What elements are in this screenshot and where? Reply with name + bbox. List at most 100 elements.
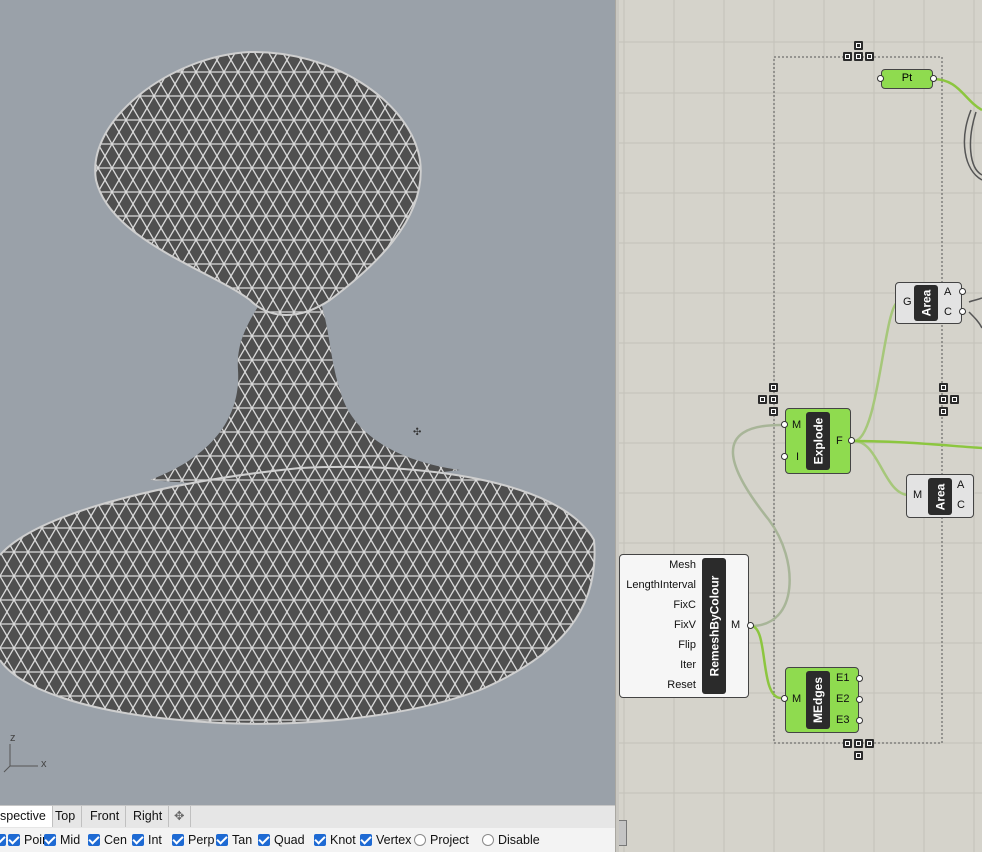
remesh-output-m-grip[interactable] (747, 622, 754, 629)
remesh-input-lengthinterval: LengthInterval (626, 579, 696, 591)
medges-input-m: M (792, 693, 802, 705)
group-handle-bottom-left-icon[interactable] (843, 739, 852, 748)
group-handle-right-side-icon[interactable] (950, 395, 959, 404)
osnap-disable-checkbox[interactable] (482, 834, 494, 846)
group-handle-top-left-icon[interactable] (843, 52, 852, 61)
osnap-knot-label: Knot (330, 833, 356, 847)
medges-output-e3-grip[interactable] (856, 717, 863, 724)
group-handle-right-mid-icon[interactable] (939, 395, 948, 404)
remesh-nickname: RemeshByColour (702, 558, 726, 694)
osnap-vertex-checkbox[interactable] (360, 834, 372, 846)
area-top-nickname: Area (914, 285, 938, 321)
group-handle-top-right-icon[interactable] (865, 52, 874, 61)
axis-x-label: x (41, 758, 47, 770)
remesh-by-colour-component[interactable]: Mesh LengthInterval FixC FixV Flip Iter … (619, 554, 749, 698)
osnap-tan[interactable]: Tan (216, 828, 252, 852)
osnap-quad[interactable]: Quad (258, 828, 305, 852)
group-handle-left-low-icon[interactable] (769, 407, 778, 416)
group-handle-top-mid-icon[interactable] (854, 52, 863, 61)
cursor-target-icon: ✣ (413, 427, 422, 438)
medges-output-e2: E2 (836, 693, 850, 705)
area-component-bottom[interactable]: M Area A C (906, 474, 974, 518)
remesh-input-flip: Flip (678, 639, 696, 651)
osnap-disable[interactable]: Disable (482, 828, 540, 852)
group-handle-right-low-icon[interactable] (939, 407, 948, 416)
explode-input-m-grip[interactable] (781, 421, 788, 428)
explode-input-i-grip[interactable] (781, 453, 788, 460)
osnap-int-label: Int (148, 833, 162, 847)
remesh-input-iter: Iter (680, 659, 696, 671)
pt-output-grip[interactable] (930, 75, 937, 82)
tab-perspective[interactable]: spective (0, 806, 53, 827)
explode-nickname: Explode (806, 412, 830, 470)
medges-output-e3: E3 (836, 714, 850, 726)
grasshopper-canvas[interactable]: Pt G Area A C M I Explode F M Area A C M… (619, 0, 982, 852)
group-handle-left-mid-icon[interactable] (769, 395, 778, 404)
area-top-output-c-grip[interactable] (959, 308, 966, 315)
axis-z-label: z (10, 732, 16, 744)
explode-output-f-grip[interactable] (848, 437, 855, 444)
explode-component[interactable]: M I Explode F (785, 408, 851, 474)
osnap-int[interactable]: Int (132, 828, 162, 852)
osnap-perp[interactable]: Perp (172, 828, 214, 852)
osnap-perp-checkbox[interactable] (172, 834, 184, 846)
group-handle-top-icon[interactable] (854, 41, 863, 50)
osnap-vertex[interactable]: Vertex (360, 828, 411, 852)
tab-right[interactable]: Right (127, 806, 170, 827)
group-handle-bottom-right-icon[interactable] (865, 739, 874, 748)
osnap-knot[interactable]: Knot (314, 828, 356, 852)
remesh-input-fixv: FixV (674, 619, 696, 631)
tab-front[interactable]: Front (84, 806, 127, 827)
group-handle-left-side-icon[interactable] (758, 395, 767, 404)
osnap-cen-checkbox[interactable] (88, 834, 100, 846)
group-handle-right-icon[interactable] (939, 383, 948, 392)
osnap-tan-checkbox[interactable] (216, 834, 228, 846)
remesh-input-fixc: FixC (673, 599, 696, 611)
viewport-tabs: spective Top Front Right ✥ (0, 805, 615, 828)
osnap-project-label: Project (430, 833, 469, 847)
pt-input-grip[interactable] (877, 75, 884, 82)
osnap-knot-checkbox[interactable] (314, 834, 326, 846)
medges-input-m-grip[interactable] (781, 695, 788, 702)
osnap-quad-checkbox[interactable] (258, 834, 270, 846)
area-bottom-output-a: A (957, 479, 965, 491)
add-view-icon[interactable]: ✥ (168, 806, 191, 827)
group-handle-left-icon[interactable] (769, 383, 778, 392)
medges-nickname: MEdges (806, 671, 830, 729)
explode-input-m: M (792, 419, 802, 431)
area-bottom-nickname: Area (928, 478, 952, 515)
remesh-input-mesh: Mesh (669, 559, 696, 571)
medges-output-e1: E1 (836, 672, 850, 684)
osnap-point-checkbox[interactable] (8, 834, 20, 846)
osnap-cen[interactable]: Cen (88, 828, 127, 852)
osnap-mid-checkbox[interactable] (44, 834, 56, 846)
osnap-mid-label: Mid (60, 833, 81, 847)
group-handle-bottom-icon[interactable] (854, 751, 863, 760)
canvas-scrollbar[interactable] (619, 820, 627, 846)
area-top-output-a-grip[interactable] (959, 288, 966, 295)
tab-top[interactable]: Top (49, 806, 83, 827)
group-handle-bottom-mid-icon[interactable] (854, 739, 863, 748)
remesh-output-m: M (731, 619, 741, 631)
osnap-bar: Point Mid Cen Int Perp Tan Quad Knot Vertex Proje… (0, 828, 615, 852)
remesh-input-reset: Reset (667, 679, 696, 691)
osnap-tan-label: Tan (232, 833, 253, 847)
pt-param[interactable]: Pt (881, 69, 933, 89)
osnap-quad-label: Quad (274, 833, 305, 847)
osnap-end-checkbox[interactable] (0, 834, 6, 846)
osnap-int-checkbox[interactable] (132, 834, 144, 846)
perspective-viewport[interactable]: ✣ z x (0, 0, 615, 805)
area-component-top[interactable]: G Area A C (895, 282, 962, 324)
medges-output-e1-grip[interactable] (856, 675, 863, 682)
osnap-project[interactable]: Project (414, 828, 469, 852)
medges-output-e2-grip[interactable] (856, 696, 863, 703)
area-top-output-c: C (944, 306, 952, 318)
explode-output-f: F (836, 435, 843, 447)
area-bottom-output-c: C (957, 499, 965, 511)
pt-param-label: Pt (901, 72, 913, 84)
medges-component[interactable]: M MEdges E1 E2 E3 (785, 667, 859, 733)
osnap-project-checkbox[interactable] (414, 834, 426, 846)
osnap-vertex-label: Vertex (376, 833, 412, 847)
osnap-cen-label: Cen (104, 833, 127, 847)
osnap-mid[interactable]: Mid (44, 828, 80, 852)
